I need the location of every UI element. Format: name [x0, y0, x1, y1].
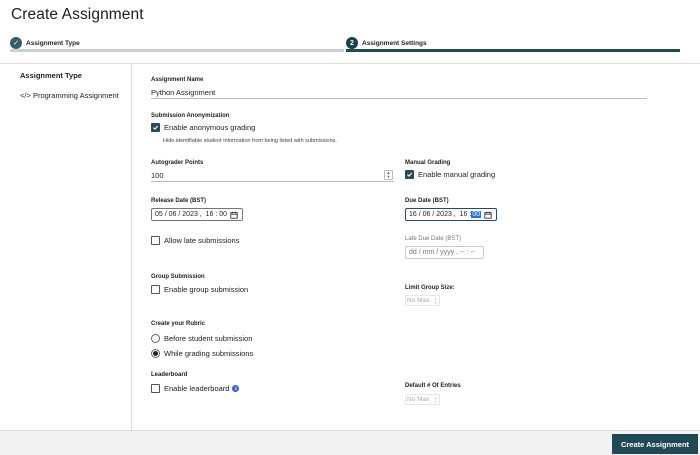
- release-hour[interactable]: 16: [206, 211, 214, 218]
- page-title: Create Assignment: [11, 6, 144, 23]
- due-hour[interactable]: 16: [460, 211, 468, 218]
- due-month[interactable]: 06: [423, 211, 431, 218]
- progress-bar-step-2: [346, 49, 680, 52]
- manual-grading-row[interactable]: Enable manual grading: [405, 170, 495, 179]
- anonymization-label: Submission Anonymization: [151, 113, 230, 119]
- release-year[interactable]: 2023: [182, 211, 198, 218]
- progress-bar-step-1: [10, 49, 344, 52]
- manual-grading-checkbox-label: Enable manual grading: [418, 170, 496, 179]
- release-minute[interactable]: 00: [219, 211, 227, 218]
- anonymization-help-text: Hide identifiable student information fr…: [163, 138, 337, 144]
- due-date-input[interactable]: 16 / 06 / 2023 , 16 :00: [405, 208, 497, 221]
- release-date-input[interactable]: 05 / 06 / 2023 , 16 : 00: [151, 208, 243, 221]
- footer-bar: [0, 430, 700, 455]
- late-submissions-label: Allow late submissions: [164, 236, 240, 245]
- create-assignment-button[interactable]: Create Assignment: [612, 434, 698, 454]
- anonymous-grading-checkbox[interactable]: [151, 123, 160, 132]
- late-due-date-input[interactable]: dd / mm / yyyy , -- : --: [405, 246, 484, 259]
- assignment-name-input[interactable]: Python Assignment: [151, 88, 647, 99]
- rubric-option-while[interactable]: While grading submissions: [151, 349, 253, 358]
- late-submissions-checkbox[interactable]: [151, 236, 160, 245]
- limit-group-size-label: Limit Group Size:: [405, 285, 455, 291]
- rubric-label: Create your Rubric: [151, 321, 206, 327]
- late-due-date-label: Late Due Date (BST): [405, 236, 462, 242]
- late-submissions-row[interactable]: Allow late submissions: [151, 236, 239, 245]
- check-icon: [153, 125, 159, 130]
- leaderboard-label: Leaderboard: [151, 372, 188, 378]
- rubric-before-radio[interactable]: [151, 334, 160, 343]
- leaderboard-checkbox[interactable]: [151, 384, 160, 393]
- release-date-label: Release Date (BST): [151, 198, 207, 204]
- check-icon: [407, 172, 413, 177]
- info-icon[interactable]: i: [232, 385, 240, 392]
- spinner-arrows-icon[interactable]: ▲ ▼: [433, 396, 438, 404]
- step-number-badge: 2: [346, 37, 358, 49]
- default-entries-label: Default # Of Entries: [405, 383, 461, 389]
- step-check-icon: ✓: [10, 37, 22, 49]
- due-day[interactable]: 16: [409, 211, 417, 218]
- group-submission-label: Group Submission: [151, 274, 205, 280]
- autograder-points-label: Autograder Points: [151, 160, 204, 166]
- limit-group-size-input[interactable]: No Max ▲ ▼: [405, 295, 440, 306]
- rubric-while-radio[interactable]: [151, 349, 160, 358]
- calendar-icon[interactable]: [230, 211, 238, 219]
- leaderboard-checkbox-label: Enable leaderboard: [164, 384, 230, 393]
- sidebar: [0, 64, 132, 430]
- limit-group-size-placeholder: No Max: [407, 297, 430, 304]
- release-month[interactable]: 06: [169, 211, 177, 218]
- autograder-points-input[interactable]: 100: [151, 171, 394, 182]
- default-entries-input[interactable]: No Max ▲ ▼: [405, 394, 440, 405]
- due-year[interactable]: 2023: [436, 211, 452, 218]
- rubric-before-label: Before student submission: [164, 334, 253, 343]
- assignment-name-label: Assignment Name: [151, 77, 204, 83]
- leaderboard-row[interactable]: Enable leaderboard i: [151, 384, 240, 393]
- calendar-icon[interactable]: [484, 211, 492, 219]
- step-label: Assignment Type: [26, 39, 80, 47]
- spinner-arrows-icon[interactable]: ▲ ▼: [384, 170, 393, 180]
- manual-grading-label: Manual Grading: [405, 160, 451, 166]
- rubric-option-before[interactable]: Before student submission: [151, 334, 252, 343]
- group-submission-checkbox[interactable]: [151, 285, 160, 294]
- sidebar-item-programming-assignment: </> Programming Assignment: [20, 91, 120, 101]
- anonymous-grading-label: Enable anonymous grading: [164, 123, 256, 132]
- due-minute[interactable]: 00: [471, 211, 482, 218]
- spinner-arrows-icon[interactable]: ▲ ▼: [433, 297, 438, 305]
- sidebar-heading: Assignment Type: [20, 71, 82, 80]
- anonymous-grading-row[interactable]: Enable anonymous grading: [151, 123, 255, 132]
- code-icon: </>: [20, 91, 31, 100]
- step-label: Assignment Settings: [362, 39, 427, 47]
- manual-grading-checkbox[interactable]: [405, 170, 414, 179]
- rubric-while-label: While grading submissions: [164, 349, 254, 358]
- release-day[interactable]: 05: [155, 211, 163, 218]
- default-entries-placeholder: No Max: [407, 396, 430, 403]
- group-submission-checkbox-label: Enable group submission: [164, 285, 249, 294]
- group-submission-row[interactable]: Enable group submission: [151, 285, 248, 294]
- due-date-label: Due Date (BST): [405, 198, 449, 204]
- sidebar-item-label: Programming Assignment: [32, 91, 119, 100]
